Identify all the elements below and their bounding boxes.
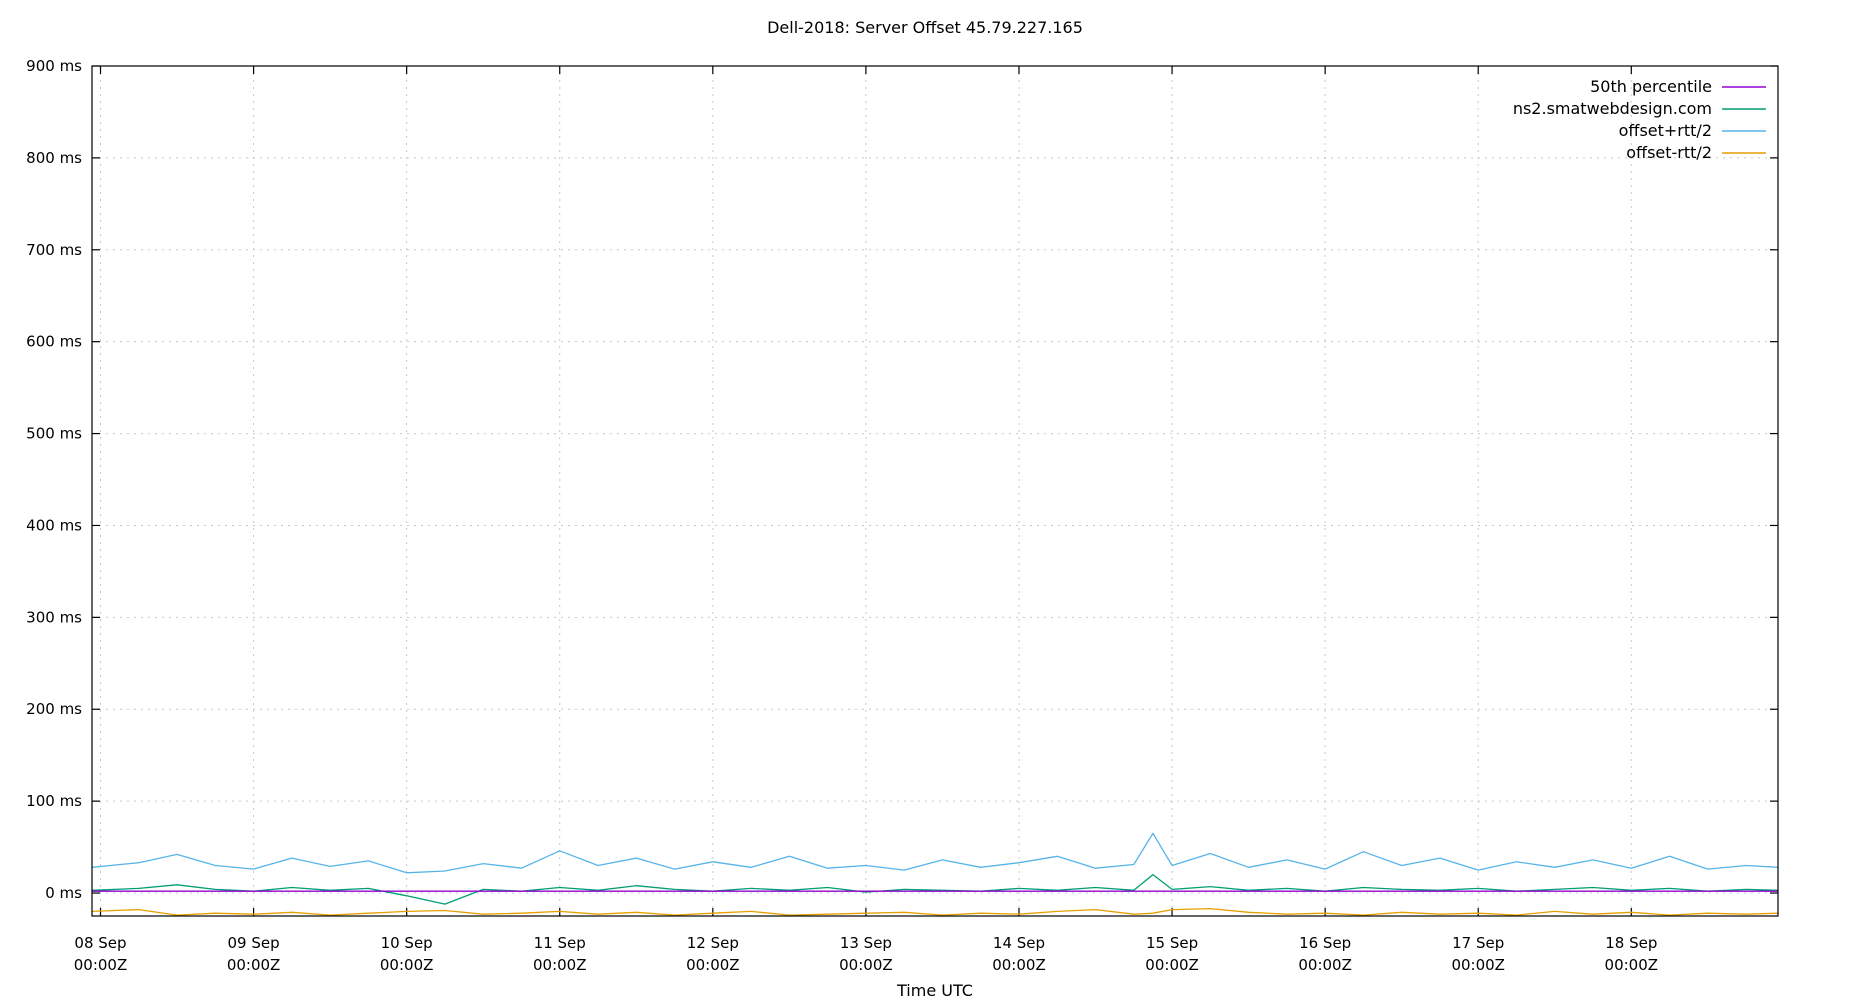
x-tick-label-date: 12 Sep: [687, 934, 739, 952]
x-tick-label-time: 00:00Z: [74, 956, 128, 974]
x-tick-label-time: 00:00Z: [1451, 956, 1505, 974]
x-tick-label-date: 10 Sep: [381, 934, 433, 952]
x-tick-label-time: 00:00Z: [686, 956, 740, 974]
x-tick-label-time: 00:00Z: [227, 956, 281, 974]
series-lines: [91, 832, 1779, 916]
offset-chart: Dell-2018: Server Offset 45.79.227.165 0…: [26, 18, 1779, 1000]
legend-label: ns2.smatwebdesign.com: [1513, 99, 1712, 118]
y-tick-label: 100 ms: [26, 792, 82, 810]
grid-lines: [92, 65, 1778, 916]
series-line-offset-rtt-2: [91, 832, 1779, 874]
x-tick-label-date: 11 Sep: [534, 934, 586, 952]
x-tick-label-time: 00:00Z: [533, 956, 587, 974]
y-tick-label: 200 ms: [26, 700, 82, 718]
x-tick-label-date: 18 Sep: [1605, 934, 1657, 952]
x-tick-label-time: 00:00Z: [1145, 956, 1199, 974]
chart-title: Dell-2018: Server Offset 45.79.227.165: [767, 18, 1083, 37]
x-tick-label-date: 15 Sep: [1146, 934, 1198, 952]
x-tick-label-date: 14 Sep: [993, 934, 1045, 952]
y-tick-label: 0 ms: [45, 884, 82, 902]
y-tick-label: 800 ms: [26, 149, 82, 167]
x-tick-label-time: 00:00Z: [380, 956, 434, 974]
legend-label: offset+rtt/2: [1619, 121, 1712, 140]
x-tick-label-time: 00:00Z: [1298, 956, 1352, 974]
legend-label: 50th percentile: [1590, 77, 1712, 96]
y-tick-label: 700 ms: [26, 241, 82, 259]
y-axis: 0 ms 100 ms 200 ms 300 ms 400 ms 500 ms 600 ms…: [26, 57, 1778, 902]
series-line-offset-rtt-2: [91, 907, 1779, 916]
y-tick-label: 300 ms: [26, 608, 82, 626]
y-tick-label: 400 ms: [26, 516, 82, 534]
plot-frame: [91, 65, 1779, 917]
x-axis-label: Time UTC: [896, 981, 973, 1000]
x-tick-label-time: 00:00Z: [839, 956, 893, 974]
x-tick-label-date: 13 Sep: [840, 934, 892, 952]
series-line-ns2-smatwebdesign-com: [91, 873, 1779, 905]
x-tick-label-time: 00:00Z: [1605, 956, 1659, 974]
x-tick-label-date: 16 Sep: [1299, 934, 1351, 952]
legend: 50th percentile ns2.smatwebdesign.com offs…: [1513, 77, 1766, 162]
x-tick-label-date: 09 Sep: [228, 934, 280, 952]
y-tick-label: 500 ms: [26, 425, 82, 443]
y-tick-label: 900 ms: [26, 57, 82, 75]
x-tick-label-date: 17 Sep: [1452, 934, 1504, 952]
y-tick-label: 600 ms: [26, 333, 82, 351]
legend-label: offset-rtt/2: [1626, 143, 1712, 162]
x-tick-label-time: 00:00Z: [992, 956, 1046, 974]
x-tick-label-date: 08 Sep: [74, 934, 126, 952]
